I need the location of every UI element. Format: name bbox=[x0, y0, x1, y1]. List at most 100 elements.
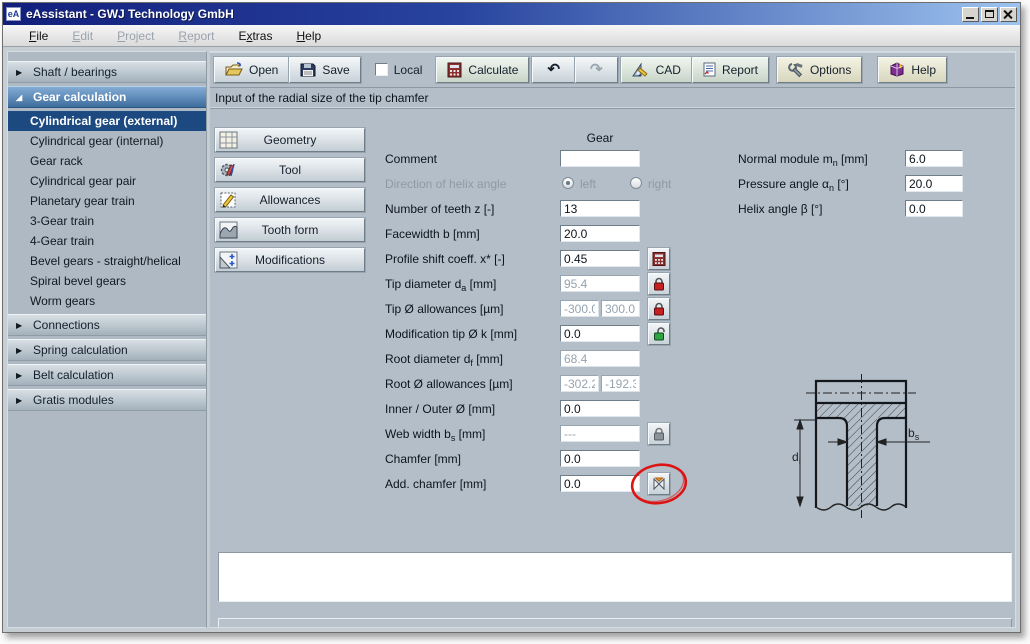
menu-report: Report bbox=[166, 29, 226, 43]
comment-input[interactable] bbox=[560, 150, 640, 167]
chamfer-input[interactable] bbox=[560, 450, 640, 467]
options-button[interactable]: Options bbox=[777, 57, 862, 83]
pressure-angle-input[interactable] bbox=[905, 175, 963, 192]
save-button[interactable]: Save bbox=[289, 57, 360, 83]
inner-outer-diameter-label: Inner / Outer Ø [mm] bbox=[385, 402, 558, 416]
tip-allowances-lock-button[interactable] bbox=[648, 298, 670, 320]
menu-extras[interactable]: Extras bbox=[226, 29, 284, 43]
helix-right-radio-label: right bbox=[648, 177, 671, 191]
tip-diameter-lock-button[interactable] bbox=[648, 273, 670, 295]
sidebar-item-spring-calculation[interactable]: ▶Spring calculation bbox=[8, 339, 206, 361]
modifications-icon bbox=[219, 251, 238, 269]
chevron-right-icon: ▶ bbox=[16, 68, 25, 77]
calculator-icon bbox=[652, 252, 666, 266]
menu-help[interactable]: Help bbox=[284, 29, 333, 43]
inner-outer-diameter-input[interactable] bbox=[560, 400, 640, 417]
helix-direction-label: Direction of helix angle bbox=[385, 177, 558, 191]
web-width-lock-button bbox=[648, 423, 670, 445]
menu-file[interactable]: File bbox=[17, 29, 60, 43]
add-chamfer-input[interactable] bbox=[560, 475, 640, 492]
message-area bbox=[218, 552, 1012, 602]
sidebar-item-gear-rack[interactable]: Gear rack bbox=[8, 151, 206, 171]
modifications-tab-button[interactable]: Modifications bbox=[215, 248, 365, 272]
sidebar-item-shaft-bearings[interactable]: ▶Shaft / bearings bbox=[8, 61, 206, 83]
window-title: eAssistant - GWJ Technology GmbH bbox=[26, 7, 960, 21]
modification-tip-input[interactable] bbox=[560, 325, 640, 342]
gear-column-header: Gear bbox=[560, 131, 640, 145]
helix-right-radio bbox=[630, 177, 642, 189]
tooth-form-icon bbox=[219, 221, 238, 239]
save-floppy-icon bbox=[300, 62, 316, 77]
cad-button[interactable]: CAD bbox=[621, 57, 692, 83]
sidebar-item-cylindrical-gear-internal[interactable]: Cylindrical gear (internal) bbox=[8, 131, 206, 151]
facewidth-input[interactable] bbox=[560, 225, 640, 242]
allowances-pencil-icon bbox=[219, 191, 238, 209]
tooth-form-tab-button[interactable]: Tooth form bbox=[215, 218, 365, 242]
lock-closed-red-icon bbox=[652, 302, 666, 316]
app-icon: eA bbox=[6, 7, 21, 21]
maximize-button[interactable] bbox=[981, 7, 998, 22]
tip-allowance-lower-input bbox=[560, 300, 599, 317]
pressure-angle-label: Pressure angle αn [°] bbox=[738, 177, 904, 191]
local-checkbox-label: Local bbox=[394, 63, 423, 77]
undo-button[interactable]: ↶ bbox=[532, 57, 575, 83]
sidebar-item-belt-calculation[interactable]: ▶Belt calculation bbox=[8, 364, 206, 386]
open-button[interactable]: Open bbox=[214, 57, 289, 83]
add-chamfer-button[interactable] bbox=[648, 473, 670, 495]
number-of-teeth-label: Number of teeth z [-] bbox=[385, 202, 558, 216]
add-chamfer-label: Add. chamfer [mm] bbox=[385, 477, 558, 491]
sidebar-item-gratis-modules[interactable]: ▶Gratis modules bbox=[8, 389, 206, 411]
close-icon bbox=[1003, 10, 1013, 19]
calculator-icon bbox=[447, 62, 462, 78]
root-allowance-upper-input bbox=[601, 375, 640, 392]
sidebar-item-3-gear-train[interactable]: 3-Gear train bbox=[8, 211, 206, 231]
root-allowance-lower-input bbox=[560, 375, 599, 392]
helix-angle-input[interactable] bbox=[905, 200, 963, 217]
tip-allowance-upper-input bbox=[601, 300, 640, 317]
allowances-tab-button[interactable]: Allowances bbox=[215, 188, 365, 212]
helix-left-radio-label: left bbox=[580, 177, 596, 191]
maximize-icon bbox=[985, 10, 994, 18]
normal-module-input[interactable] bbox=[905, 150, 963, 167]
menu-project: Project bbox=[105, 29, 166, 43]
help-button[interactable]: Help bbox=[878, 57, 947, 83]
sidebar-item-cylindrical-gear-external[interactable]: Cylindrical gear (external) bbox=[8, 111, 206, 131]
geometry-grid-icon bbox=[219, 131, 238, 149]
local-checkbox[interactable] bbox=[375, 63, 388, 76]
chevron-down-icon: ◢ bbox=[16, 93, 25, 102]
profile-shift-input[interactable] bbox=[560, 250, 640, 267]
minimize-button[interactable] bbox=[962, 7, 979, 22]
lock-closed-red-icon bbox=[652, 277, 666, 291]
sidebar-item-4-gear-train[interactable]: 4-Gear train bbox=[8, 231, 206, 251]
bs-dimension-label: bs bbox=[908, 426, 919, 440]
tip-allowances-label: Tip Ø allowances [µm] bbox=[385, 302, 558, 316]
helix-angle-label: Helix angle β [°] bbox=[738, 202, 904, 216]
web-width-input bbox=[560, 425, 640, 442]
sidebar-item-worm-gears[interactable]: Worm gears bbox=[8, 291, 206, 311]
sidebar-item-bevel-gears[interactable]: Bevel gears - straight/helical bbox=[8, 251, 206, 271]
redo-button: ↷ bbox=[575, 57, 618, 83]
report-button[interactable]: Report bbox=[692, 57, 769, 83]
tip-diameter-input bbox=[560, 275, 640, 292]
close-button[interactable] bbox=[1000, 7, 1017, 22]
geometry-tab-button[interactable]: Geometry bbox=[215, 128, 365, 152]
comment-label: Comment bbox=[385, 152, 558, 166]
sidebar-item-connections[interactable]: ▶Connections bbox=[8, 314, 206, 336]
sidebar-item-gear-calculation[interactable]: ◢Gear calculation bbox=[8, 86, 206, 108]
calculate-button[interactable]: Calculate bbox=[436, 57, 529, 83]
tool-tab-button[interactable]: Tool bbox=[215, 158, 365, 182]
profile-shift-calculator-button[interactable] bbox=[648, 248, 670, 270]
redo-icon: ↷ bbox=[590, 62, 603, 77]
lock-closed-gray-icon bbox=[652, 427, 666, 441]
root-diameter-label: Root diameter df [mm] bbox=[385, 352, 558, 366]
sidebar-item-cylindrical-gear-pair[interactable]: Cylindrical gear pair bbox=[8, 171, 206, 191]
number-of-teeth-input[interactable] bbox=[560, 200, 640, 217]
chevron-right-icon: ▶ bbox=[16, 396, 25, 405]
sidebar-item-spiral-bevel-gears[interactable]: Spiral bevel gears bbox=[8, 271, 206, 291]
sidebar-item-planetary-gear-train[interactable]: Planetary gear train bbox=[8, 191, 206, 211]
toolbar: Open Save Local Calculate ↶ ↷ bbox=[210, 52, 1015, 88]
di-dimension-label: di bbox=[792, 450, 801, 464]
modification-tip-label: Modification tip Ø k [mm] bbox=[385, 327, 558, 341]
modification-tip-lock-button[interactable] bbox=[648, 323, 670, 345]
chevron-right-icon: ▶ bbox=[16, 346, 25, 355]
